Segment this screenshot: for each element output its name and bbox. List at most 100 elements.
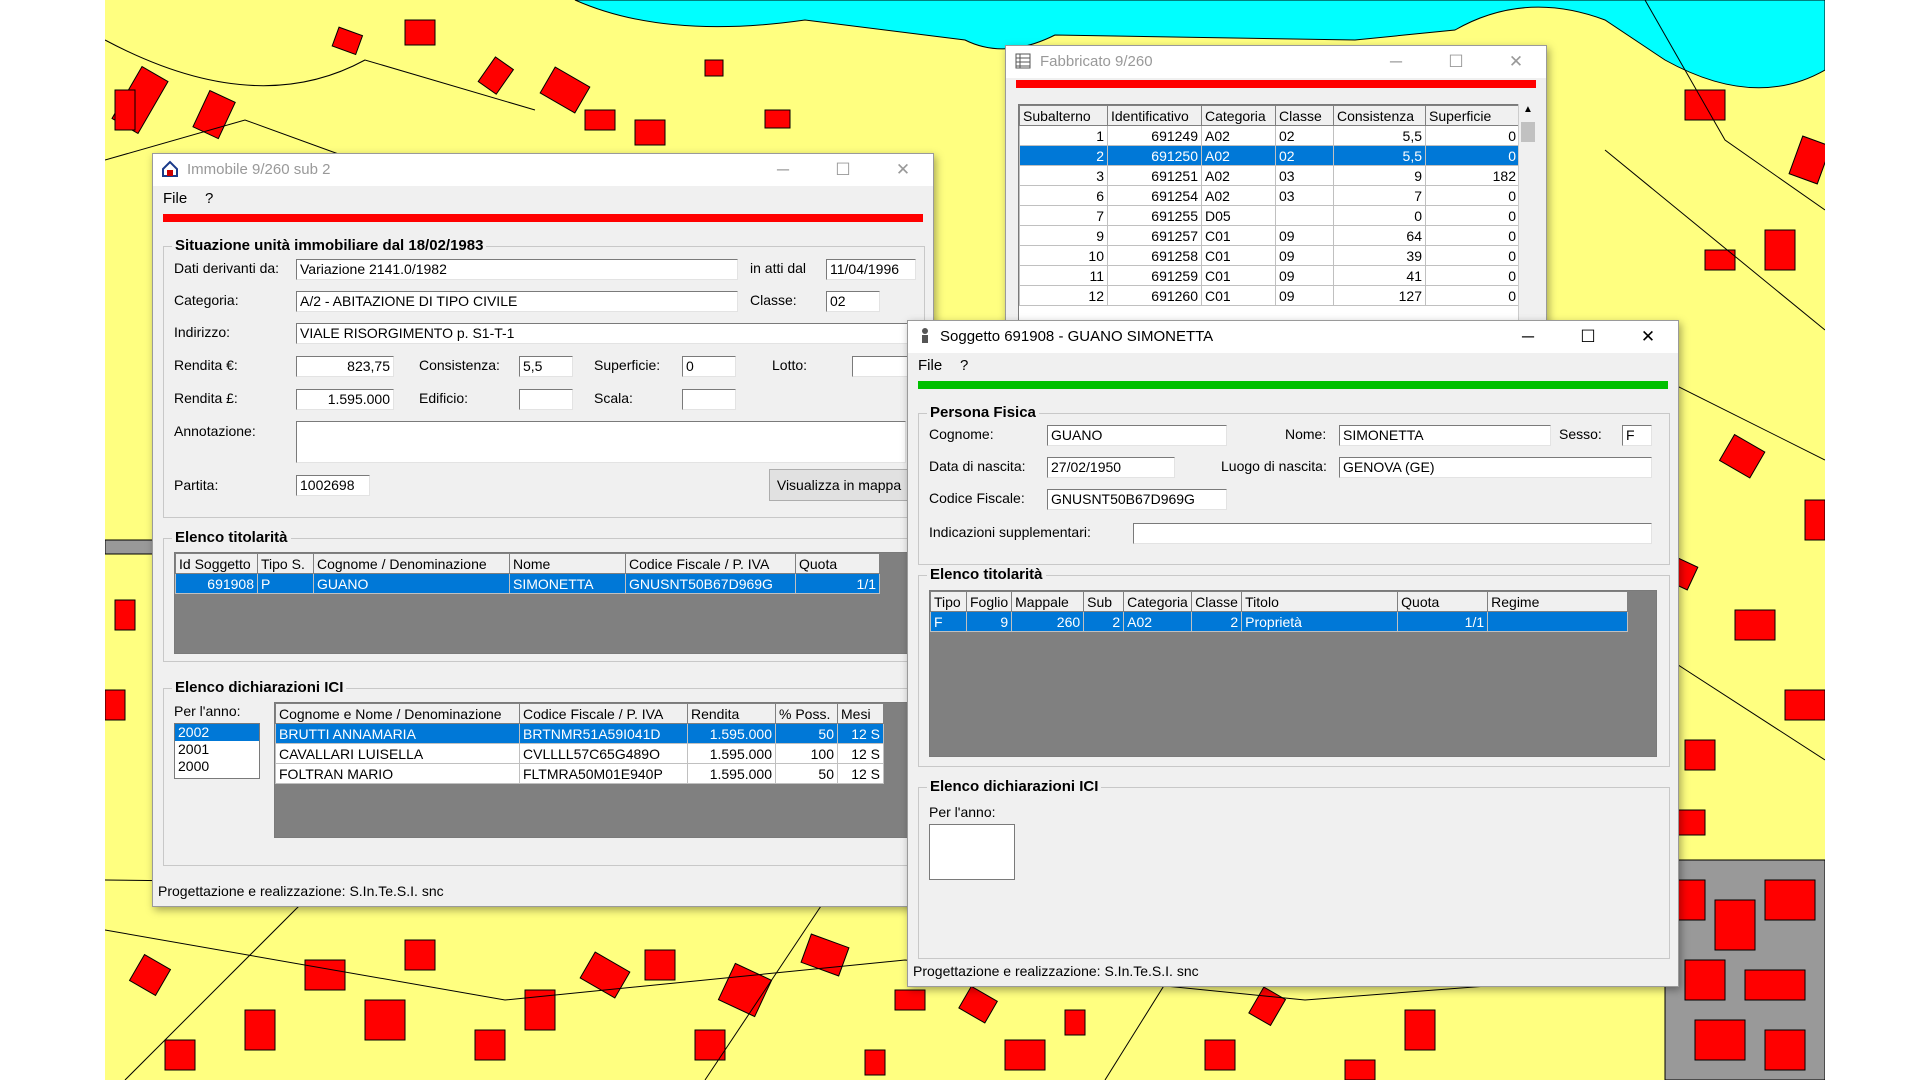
atti-field[interactable]: 11/04/1996: [826, 259, 916, 280]
menu-help[interactable]: ?: [205, 190, 213, 207]
dati-field[interactable]: Variazione 2141.0/1982: [296, 259, 738, 280]
table-row[interactable]: 7 691255 D05 0 0: [1019, 205, 1519, 226]
table-row[interactable]: 11 691259 C01 09 41 0: [1019, 265, 1519, 286]
district-buildings: [1674, 879, 1816, 1071]
table-row[interactable]: 9 691257 C01 09 64 0: [1019, 225, 1519, 246]
nome-field[interactable]: SIMONETTA: [1339, 425, 1551, 446]
titolarita-column-header[interactable]: Id Soggetto: [175, 553, 258, 574]
table-row[interactable]: 10 691258 C01 09 39 0: [1019, 245, 1519, 266]
titolarita-column-header[interactable]: Codice Fiscale / P. IVA: [625, 553, 796, 574]
partita-field[interactable]: 1002698: [296, 475, 370, 496]
table-cell: A02: [1123, 611, 1193, 632]
categoria-field[interactable]: A/2 - ABITAZIONE DI TIPO CIVILE: [296, 291, 738, 312]
table-row[interactable]: CAVALLARI LUISELLA CVLLLL57C65G489O 1.595.…: [275, 743, 884, 764]
minimize-button[interactable]: ─: [1498, 321, 1558, 353]
soggetto-titolarita-column-header[interactable]: Sub: [1083, 591, 1125, 612]
table-row[interactable]: FOLTRAN MARIO FLTMRA50M01E940P 1.595.000 50…: [275, 763, 884, 784]
nascita-field[interactable]: 27/02/1950: [1047, 457, 1175, 478]
table-row[interactable]: 3 691251 A02 03 9 182: [1019, 165, 1519, 186]
classe-field[interactable]: 02: [826, 291, 880, 312]
fabbricato-window[interactable]: Fabbricato 9/260 ─ ☐ ✕ Subalterno Identif…: [1005, 45, 1547, 338]
immobile-titlebar[interactable]: Immobile 9/260 sub 2 ─ ☐ ✕: [153, 154, 933, 186]
soggetto-ici-heading: Elenco dichiarazioni ICI: [927, 778, 1102, 795]
soggetto-titolarita-grid[interactable]: Tipo Foglio Mappale Sub Categoria Classe Titol…: [929, 590, 1657, 757]
maximize-button[interactable]: ☐: [813, 154, 873, 186]
titolarita-column-header[interactable]: Nome: [509, 553, 626, 574]
luogo-field[interactable]: GENOVA (GE): [1339, 457, 1652, 478]
anno-list-item[interactable]: 2001: [175, 741, 259, 758]
titolarita-column-header[interactable]: Tipo S.: [257, 553, 314, 574]
titolarita-grid[interactable]: Id Soggetto Tipo S. Cognome / Denominazion…: [174, 552, 916, 654]
soggetto-titolarita-column-header[interactable]: Categoria: [1123, 591, 1193, 612]
minimize-button[interactable]: ─: [753, 154, 813, 186]
indirizzo-field[interactable]: VIALE RISORGIMENTO p. S1-T-1: [296, 323, 916, 344]
scroll-thumb[interactable]: [1521, 122, 1535, 142]
annotazione-field[interactable]: [296, 421, 906, 463]
table-cell: BRUTTI ANNAMARIA: [275, 723, 520, 744]
ici-column-header[interactable]: Mesi: [837, 703, 884, 724]
immobile-window[interactable]: Immobile 9/260 sub 2 ─ ☐ ✕ File ? Situaz…: [152, 153, 934, 907]
fabbricato-grid[interactable]: Subalterno Identificativo Categoria Classe C…: [1018, 104, 1520, 338]
soggetto-titolarita-column-header[interactable]: Quota: [1397, 591, 1489, 612]
table-row[interactable]: 12 691260 C01 09 127 0: [1019, 285, 1519, 306]
close-button[interactable]: ✕: [1486, 46, 1546, 78]
menu-help[interactable]: ?: [960, 357, 968, 374]
ici-grid[interactable]: Cognome e Nome / Denominazione Codice Fis…: [274, 702, 916, 838]
superficie-field[interactable]: 0: [682, 356, 736, 377]
soggetto-titolarita-column-header[interactable]: Foglio: [965, 591, 1013, 612]
table-row[interactable]: BRUTTI ANNAMARIA BRTNMR51A59I041D 1.595.00…: [275, 723, 884, 744]
fabbricato-column-header[interactable]: Consistenza: [1333, 105, 1426, 126]
edificio-field[interactable]: [519, 389, 573, 410]
cf-field[interactable]: GNUSNT50B67D969G: [1047, 489, 1227, 510]
soggetto-window[interactable]: Soggetto 691908 - GUANO SIMONETTA ─ ☐ ✕ …: [907, 320, 1679, 987]
table-cell: A02: [1201, 125, 1276, 146]
minimize-button[interactable]: ─: [1366, 46, 1426, 78]
fabbricato-column-header[interactable]: Identificativo: [1107, 105, 1202, 126]
anno-list-item[interactable]: 2000: [175, 758, 259, 775]
soggetto-titlebar[interactable]: Soggetto 691908 - GUANO SIMONETTA ─ ☐ ✕: [908, 321, 1678, 353]
fabbricato-column-header[interactable]: Superficie: [1425, 105, 1519, 126]
close-button[interactable]: ✕: [873, 154, 933, 186]
table-cell: 2: [1019, 145, 1108, 166]
fabbricato-column-header[interactable]: Categoria: [1201, 105, 1276, 126]
ici-column-header[interactable]: Cognome e Nome / Denominazione: [275, 703, 520, 724]
menu-file[interactable]: File: [918, 357, 942, 374]
fabbricato-column-header[interactable]: Classe: [1275, 105, 1334, 126]
consistenza-field[interactable]: 5,5: [519, 356, 573, 377]
ici-column-header[interactable]: % Poss.: [775, 703, 838, 724]
table-cell: 10: [1019, 245, 1108, 266]
table-row[interactable]: 2 691250 A02 02 5,5 0: [1019, 145, 1519, 166]
soggetto-titolarita-column-header[interactable]: Titolo: [1241, 591, 1399, 612]
titolarita-column-header[interactable]: Cognome / Denominazione: [313, 553, 510, 574]
sesso-field[interactable]: F: [1622, 425, 1652, 446]
scroll-up-icon[interactable]: ▲: [1519, 104, 1537, 115]
menu-file[interactable]: File: [163, 190, 187, 207]
fabbricato-column-header[interactable]: Subalterno: [1019, 105, 1108, 126]
soggetto-titolarita-column-header[interactable]: Classe: [1191, 591, 1243, 612]
soggetto-titolarita-column-header[interactable]: Regime: [1487, 591, 1629, 612]
rendita-lit-field[interactable]: 1.595.000: [296, 389, 394, 410]
soggetto-anno-list[interactable]: [929, 824, 1015, 880]
cognome-field[interactable]: GUANO: [1047, 425, 1227, 446]
table-cell: 691249: [1107, 125, 1202, 146]
anno-list[interactable]: 2002 2001 2000: [174, 723, 260, 779]
table-row[interactable]: F 9 260 2 A02 2 Proprietà 1/1: [930, 611, 1629, 632]
indicazioni-field[interactable]: [1133, 523, 1652, 544]
table-row[interactable]: 1 691249 A02 02 5,5 0: [1019, 125, 1519, 146]
ici-column-header[interactable]: Codice Fiscale / P. IVA: [519, 703, 688, 724]
close-button[interactable]: ✕: [1618, 321, 1678, 353]
rendita-eur-field[interactable]: 823,75: [296, 356, 394, 377]
soggetto-titolarita-column-header[interactable]: Mappale: [1011, 591, 1085, 612]
anno-list-item[interactable]: 2002: [175, 724, 259, 741]
fabbricato-titlebar[interactable]: Fabbricato 9/260 ─ ☐ ✕: [1006, 46, 1546, 78]
ici-column-header[interactable]: Rendita: [687, 703, 776, 724]
soggetto-titolarita-column-header[interactable]: Tipo: [930, 591, 967, 612]
maximize-button[interactable]: ☐: [1426, 46, 1486, 78]
scala-field[interactable]: [682, 389, 736, 410]
table-row[interactable]: 6 691254 A02 03 7 0: [1019, 185, 1519, 206]
fabbricato-scrollbar[interactable]: ▲: [1518, 104, 1537, 336]
visualizza-mappa-button[interactable]: Visualizza in mappa: [769, 469, 909, 501]
titolarita-column-header[interactable]: Quota: [795, 553, 880, 574]
maximize-button[interactable]: ☐: [1558, 321, 1618, 353]
table-row[interactable]: 691908 P GUANO SIMONETTA GNUSNT50B67D969G 1/1: [175, 573, 880, 594]
